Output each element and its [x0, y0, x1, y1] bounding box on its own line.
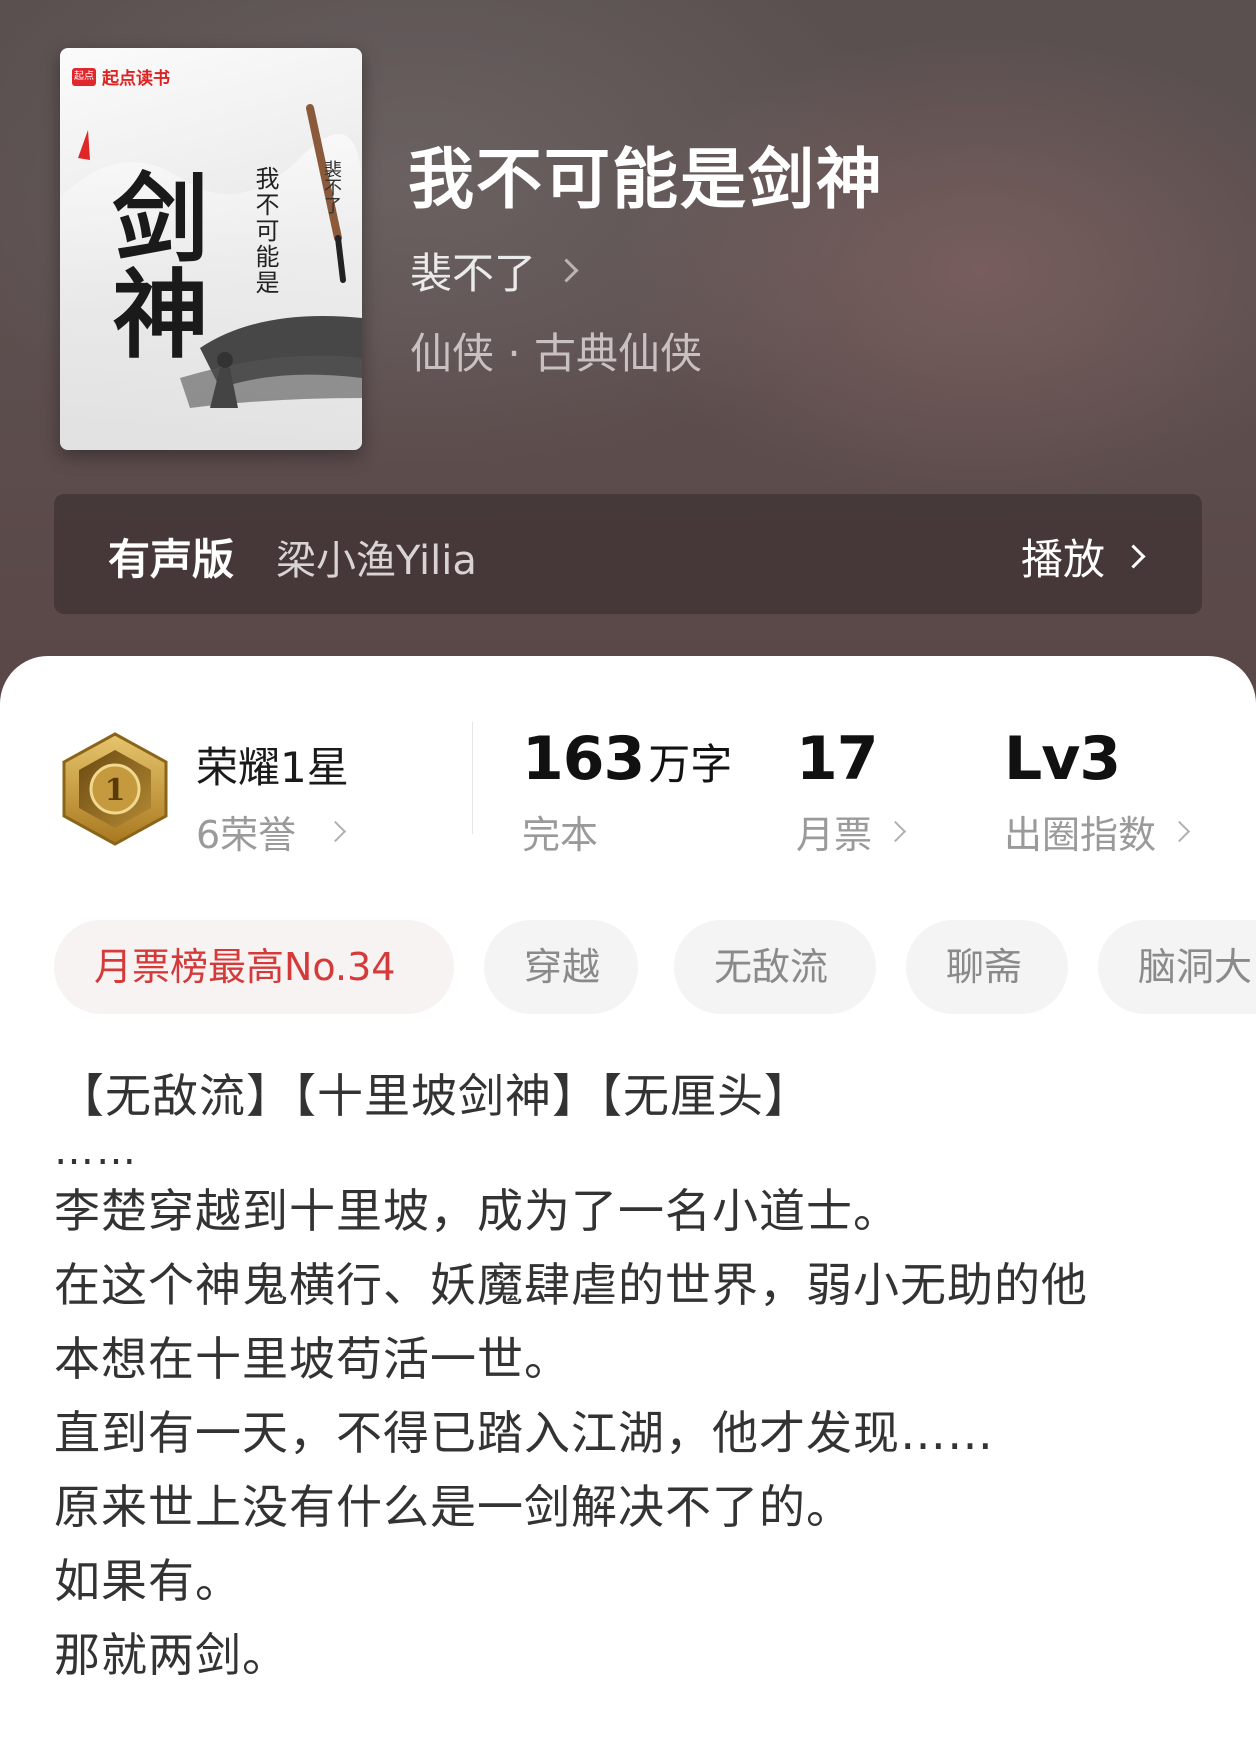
genre-text: 仙侠 · 古典仙侠 [410, 329, 703, 378]
synopsis-ellipsis: …… [54, 1128, 138, 1174]
book-cover[interactable]: 起点 起点读书 剑神 我不可能是 裴不了 [60, 48, 362, 450]
play-button-label: 播放 [1020, 535, 1105, 584]
tag-naodongda[interactable]: 脑洞大 [1098, 920, 1256, 1014]
book-header: 起点 起点读书 剑神 我不可能是 裴不了 我不可能是剑神 裴不了 仙侠 · 古典… [0, 0, 1256, 720]
chevron-right-icon [325, 820, 347, 843]
cover-title-art: 剑神 [96, 168, 209, 360]
cover-subtitle-art: 我不可能是 [251, 166, 279, 296]
popularity-index-label: 出圈指数 [1004, 813, 1157, 857]
badge-number: 1 [105, 773, 126, 808]
synopsis-line: 那就两剑。 [54, 1628, 289, 1682]
popularity-index-label-row: 出圈指数 [1004, 804, 1191, 859]
chevron-right-icon [884, 820, 907, 843]
popularity-index-value: Lv3 [1004, 724, 1121, 794]
word-count-label: 完本 [522, 813, 599, 857]
chevron-right-icon [1168, 820, 1191, 843]
cover-brand-name: 起点读书 [102, 69, 170, 89]
chevron-right-icon [554, 258, 579, 283]
cover-brand: 起点 起点读书 [72, 64, 170, 89]
book-title: 我不可能是剑神 [408, 140, 884, 218]
monthly-tickets-value: 17 [796, 724, 879, 794]
monthly-tickets-label-row: 月票 [796, 804, 907, 859]
honor-count: 6荣誉 [196, 813, 297, 857]
author-link[interactable]: 裴不了 [410, 240, 579, 301]
synopsis[interactable]: 【无敌流】【十里坡剑神】【无厘头】 …… 李楚穿越到十里坡，成为了一名小道士。 … [54, 1060, 1204, 1692]
synopsis-line: 李楚穿越到十里坡，成为了一名小道士。 [54, 1184, 900, 1238]
word-count-number: 163 [522, 724, 645, 794]
book-detail-card: 1 荣耀1星 6荣誉 163万字 完本 17 月票 Lv3 出圈指数 月票榜最高… [0, 656, 1256, 1742]
synopsis-line: 本想在十里坡苟活一世。 [54, 1332, 571, 1386]
tag-wudiliu[interactable]: 无敌流 [674, 920, 876, 1014]
monthly-tickets-label: 月票 [796, 813, 873, 857]
brand-logo-icon: 起点 [72, 67, 96, 86]
synopsis-tag-line: 【无敌流】【十里坡剑神】【无厘头】 [58, 1069, 811, 1123]
stat-popularity-index[interactable]: Lv3 出圈指数 [1004, 724, 1191, 859]
tag-ranking[interactable]: 月票榜最高No.34 [54, 920, 454, 1014]
word-count-unit: 万字 [648, 740, 733, 789]
audiobook-label: 有声版 [108, 535, 235, 584]
chevron-right-icon [1121, 544, 1146, 569]
tag-list: 月票榜最高No.34 穿越 无敌流 聊斋 脑洞大 [54, 920, 1256, 1016]
stat-monthly-tickets[interactable]: 17 月票 [796, 724, 907, 859]
cover-author-art: 裴不了 [321, 160, 342, 214]
play-button[interactable]: 播放 [1020, 526, 1146, 587]
honor-sub-link[interactable]: 6荣誉 [196, 804, 347, 859]
stats-divider [472, 722, 473, 834]
tag-chuanyue[interactable]: 穿越 [484, 920, 638, 1014]
audiobook-bar[interactable]: 有声版 梁小渔Yilia 播放 [54, 494, 1202, 614]
synopsis-line: 直到有一天，不得已踏入江湖，他才发现…… [54, 1406, 994, 1460]
synopsis-line: 在这个神鬼横行、妖魔肆虐的世界，弱小无助的他 [54, 1258, 1088, 1312]
tag-liaozhai[interactable]: 聊斋 [906, 920, 1068, 1014]
audiobook-narrator: 梁小渔Yilia [276, 538, 477, 584]
honor-badge-icon[interactable]: 1 [58, 730, 172, 848]
synopsis-line: 原来世上没有什么是一剑解决不了的。 [54, 1480, 853, 1534]
word-count-value: 163万字 [522, 724, 732, 794]
author-name: 裴不了 [410, 249, 537, 298]
honor-title[interactable]: 荣耀1星 [196, 734, 349, 795]
synopsis-line: 如果有。 [54, 1554, 242, 1608]
stat-word-count: 163万字 完本 [522, 724, 732, 859]
